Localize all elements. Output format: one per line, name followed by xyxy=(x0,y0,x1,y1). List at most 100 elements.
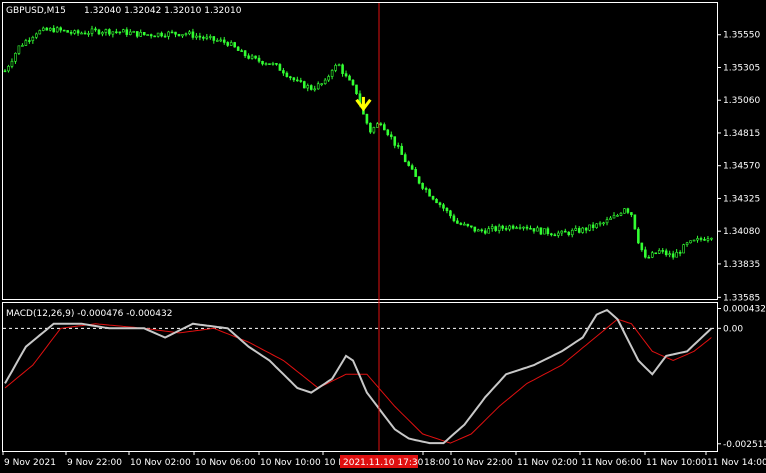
candle-body xyxy=(271,63,275,65)
time-tick-label: 11 Nov 10:00 xyxy=(646,458,707,468)
candle-body xyxy=(372,127,376,133)
chart-window[interactable]: 1.35550 1.35305 1.35060 1.34815 1.34570 1.343… xyxy=(0,0,766,473)
price-tick-label: 1.35305 xyxy=(723,63,760,73)
candle-body xyxy=(351,79,355,86)
candle-body xyxy=(202,36,205,39)
candle-body xyxy=(195,35,198,38)
candle-body xyxy=(250,55,254,59)
candle-body xyxy=(490,226,494,229)
candle-body xyxy=(511,225,515,229)
candle-body xyxy=(654,252,658,255)
candle-body xyxy=(442,204,445,209)
candle-body xyxy=(403,154,407,163)
candle-body xyxy=(48,27,52,31)
symbol-label: GBPUSD,M15 xyxy=(6,6,66,16)
candle-body xyxy=(320,83,323,85)
price-tick-label: 1.34080 xyxy=(723,227,760,237)
price-tick-label: 1.33585 xyxy=(723,293,760,303)
candle-body xyxy=(243,50,247,57)
candle-body xyxy=(229,42,233,46)
candle-body xyxy=(160,32,163,37)
candle-body xyxy=(181,34,184,37)
candle-body xyxy=(546,228,550,235)
ohlc-readout: 1.32040 1.32042 1.32010 1.32010 xyxy=(84,6,242,16)
candle-body xyxy=(414,169,417,177)
candle-body xyxy=(135,31,139,37)
candle-body xyxy=(222,39,226,43)
candle-body xyxy=(682,244,685,254)
candle-body xyxy=(584,227,588,231)
candle-body xyxy=(156,32,160,37)
candle-body xyxy=(306,85,310,89)
candle-body xyxy=(257,57,261,62)
candle-body xyxy=(483,230,487,234)
candle-body xyxy=(327,76,330,81)
candle-body xyxy=(87,33,90,35)
candle-body xyxy=(76,30,80,34)
candle-body xyxy=(612,215,616,219)
price-tick-label: 1.34815 xyxy=(723,129,760,139)
macd-tick-label: 0.000432 xyxy=(723,304,766,314)
candle-body xyxy=(515,227,518,229)
candle-body xyxy=(278,64,282,71)
candle-body xyxy=(97,29,101,35)
candle-body xyxy=(28,40,31,42)
candle-body xyxy=(696,238,699,241)
candle-body xyxy=(205,36,209,39)
candle-body xyxy=(45,27,49,31)
candle-body xyxy=(685,242,689,245)
candle-body xyxy=(463,223,466,226)
candle-body xyxy=(122,29,125,33)
candle-body xyxy=(108,29,111,35)
price-tick-label: 1.33835 xyxy=(723,260,760,270)
candle-body xyxy=(421,182,424,189)
candle-body xyxy=(132,31,136,33)
candle-body xyxy=(111,31,115,35)
candle-body xyxy=(623,208,626,214)
price-tick-label: 1.35060 xyxy=(723,96,760,106)
time-tick-label: 10 Nov 02:00 xyxy=(130,458,191,468)
candle-body xyxy=(563,230,567,233)
candle-body xyxy=(644,249,647,258)
candle-body xyxy=(602,222,605,225)
candle-body xyxy=(577,228,581,233)
candle-body xyxy=(616,215,619,217)
candle-body xyxy=(188,31,191,35)
candle-body xyxy=(115,31,118,34)
candle-body xyxy=(508,225,511,230)
candle-body xyxy=(574,228,578,231)
candle-body xyxy=(118,31,122,34)
candle-body xyxy=(595,223,598,228)
candle-body xyxy=(633,214,637,230)
candle-body xyxy=(261,60,264,65)
candle-body xyxy=(581,227,584,233)
candle-body xyxy=(17,45,21,54)
candle-body xyxy=(494,226,497,231)
candle-body xyxy=(337,64,341,67)
candle-body xyxy=(675,252,678,258)
candle-body xyxy=(309,85,313,90)
candle-body xyxy=(3,70,7,73)
candle-body xyxy=(285,72,289,77)
candle-body xyxy=(292,77,296,81)
candle-body xyxy=(473,226,477,232)
candle-body xyxy=(389,134,393,137)
candle-body xyxy=(407,161,410,166)
candle-body xyxy=(386,129,390,136)
candle-body xyxy=(428,189,431,197)
candle-body xyxy=(678,252,682,254)
candle-body xyxy=(570,229,574,236)
candle-body xyxy=(83,32,87,35)
candle-body xyxy=(348,75,351,81)
candle-body xyxy=(191,31,195,38)
candle-body xyxy=(282,70,285,74)
candle-body xyxy=(254,55,257,59)
price-tick-label: 1.35550 xyxy=(723,31,760,41)
candle-body xyxy=(341,64,344,74)
candle-body xyxy=(14,53,17,62)
macd-tick-label: -0.002515 xyxy=(723,440,766,450)
candle-body xyxy=(543,228,546,235)
candle-body xyxy=(369,122,372,133)
candle-body xyxy=(504,228,508,230)
candle-body xyxy=(630,212,633,216)
